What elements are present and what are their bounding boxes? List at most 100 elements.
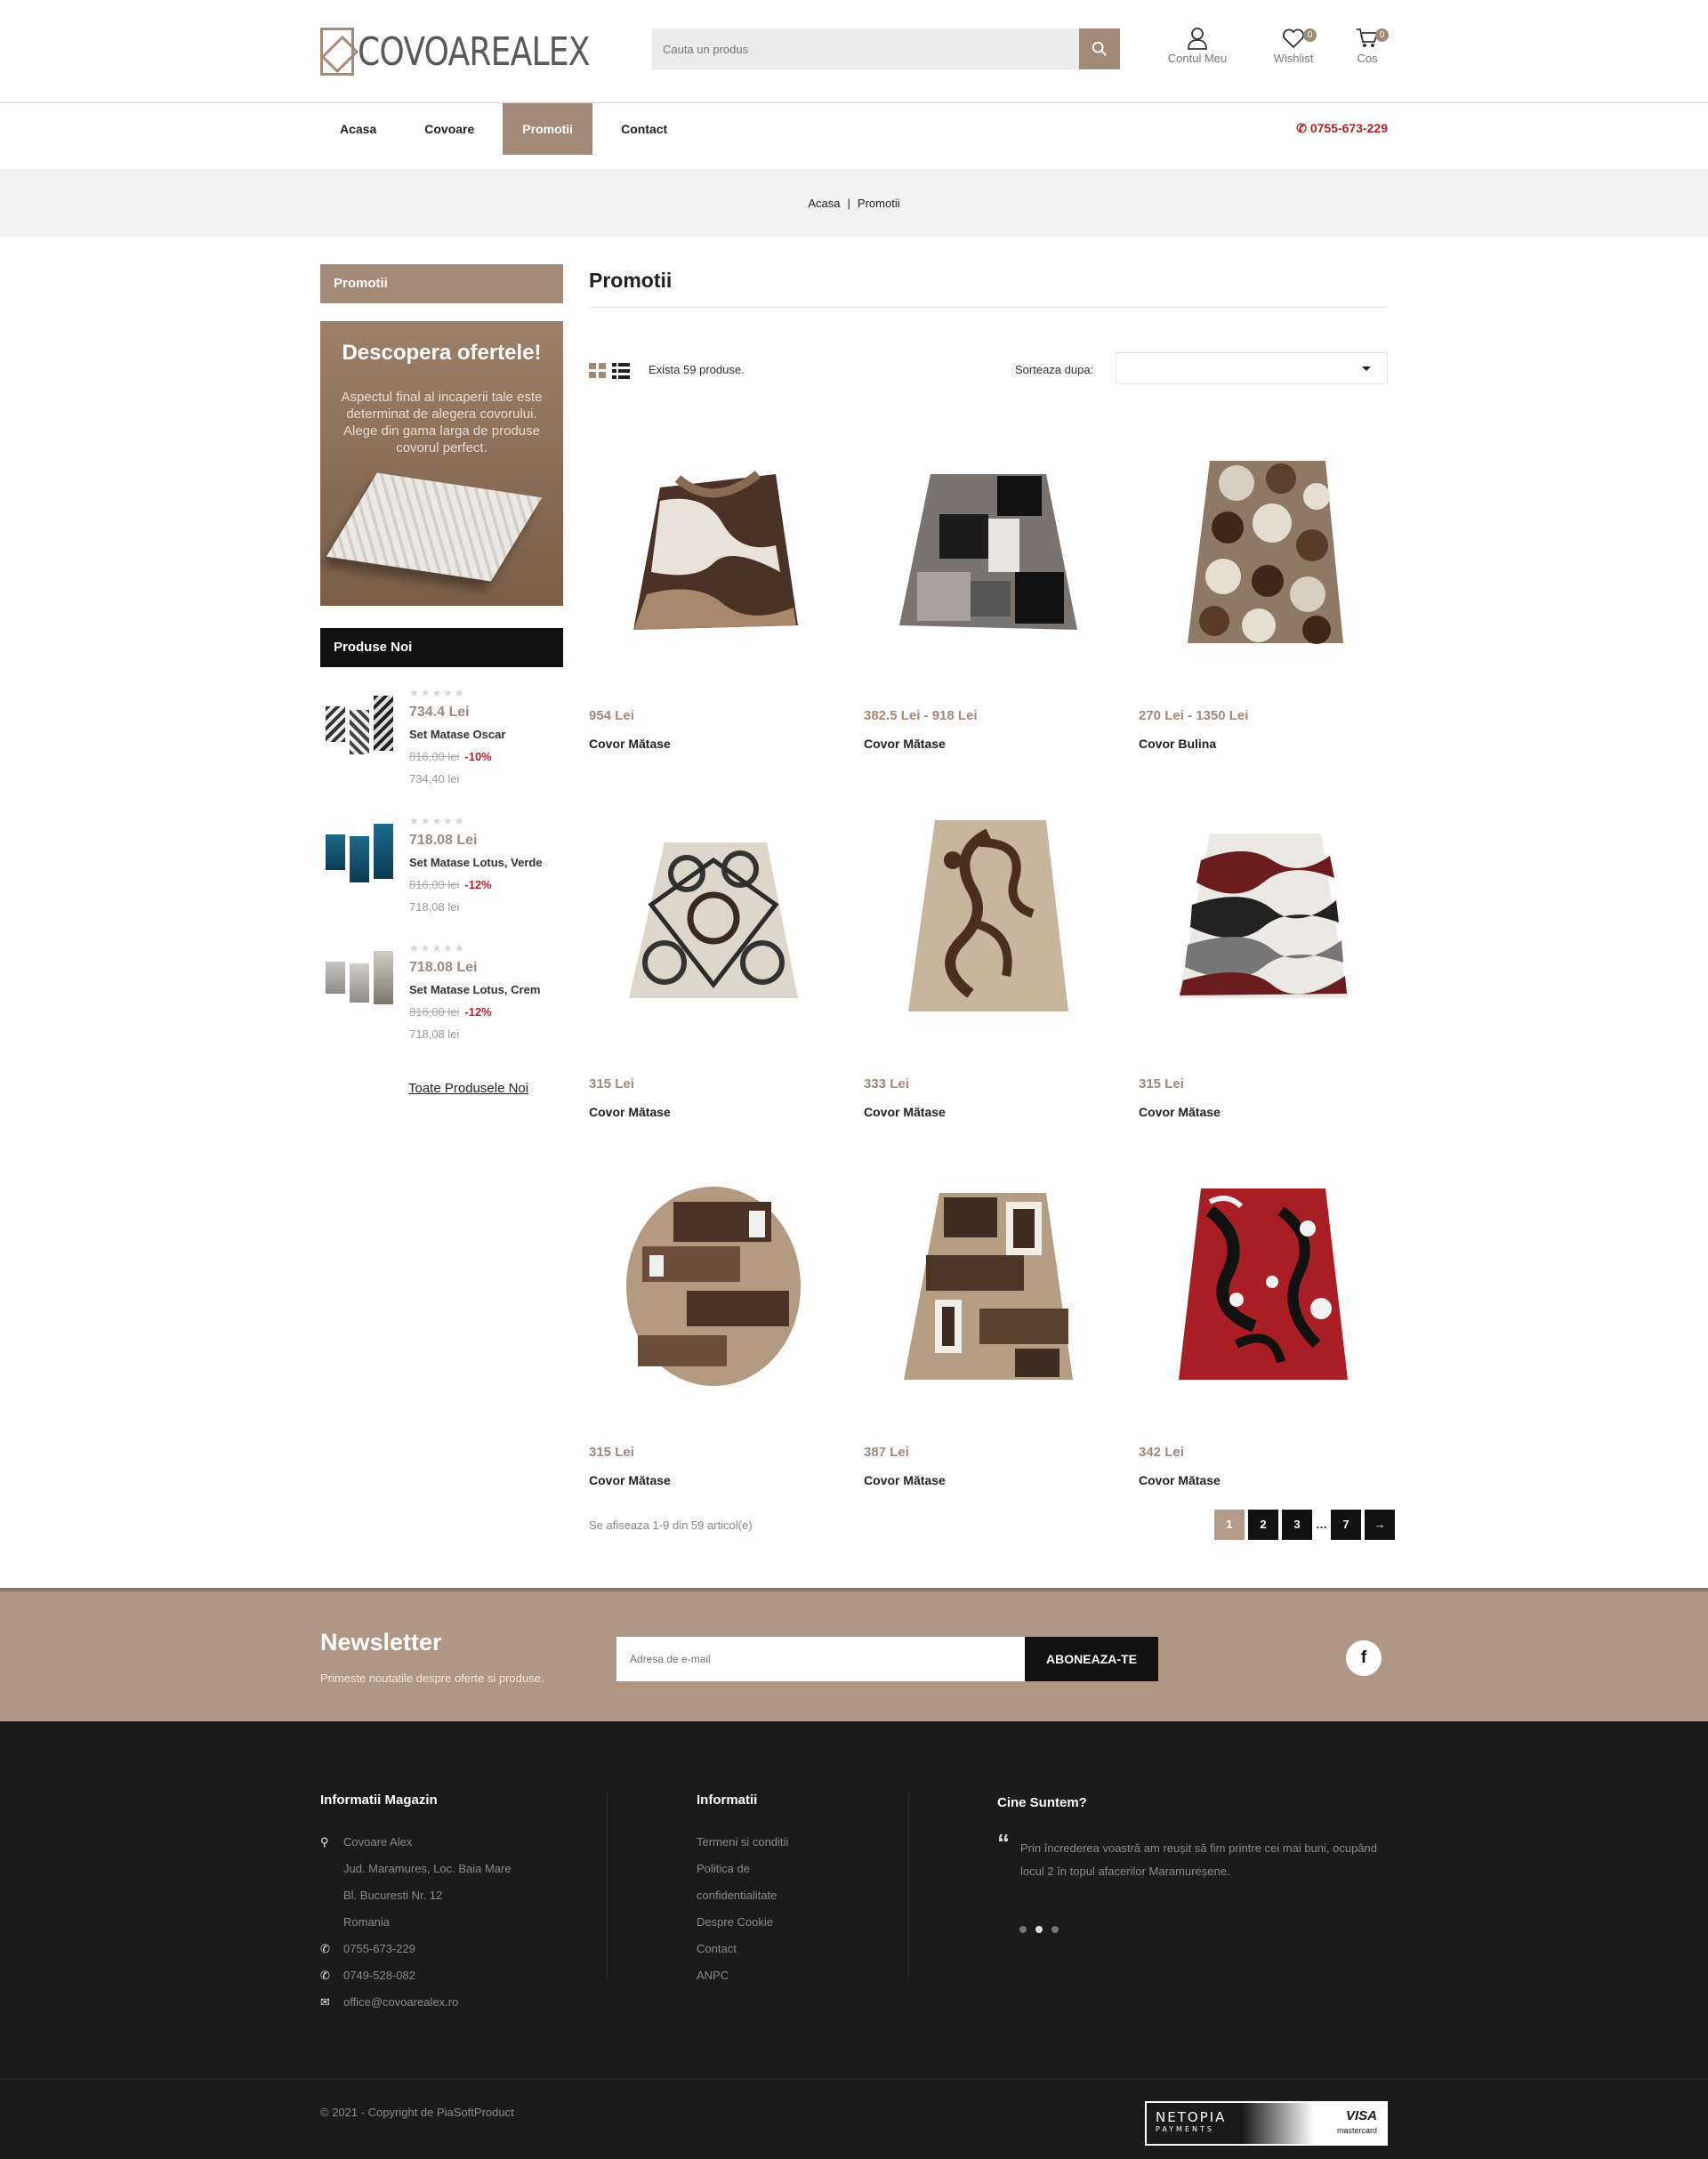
heart-icon: [1283, 28, 1304, 49]
mastercard-logo: mastercard: [1336, 2126, 1377, 2135]
product-name[interactable]: Covor Mătase: [589, 1105, 671, 1119]
account-link[interactable]: Contul Meu: [1157, 25, 1237, 65]
breadcrumb-home[interactable]: Acasa: [808, 197, 840, 210]
product-image[interactable]: [1139, 416, 1388, 674]
list-view-icon[interactable]: [612, 363, 630, 379]
product-card[interactable]: 333 Lei Covor Mătase: [864, 785, 1113, 1132]
product-name[interactable]: Covor Mătase: [864, 1105, 946, 1119]
rug-oval-image: [626, 1187, 801, 1386]
sidebar-category-title[interactable]: Promotii: [320, 264, 563, 303]
promo-banner[interactable]: Descopera ofertele! Aspectul final al in…: [320, 321, 563, 606]
product-image[interactable]: [589, 1153, 838, 1411]
testimonial-dots: [1019, 1926, 1059, 1933]
all-new-products-link[interactable]: Toate Produsele Noi: [408, 1081, 528, 1096]
site-footer: Informatii Magazin ⚲ Covoare Alex Jud. Ma…: [0, 1721, 1708, 2159]
search-input[interactable]: [652, 28, 1079, 69]
footer-phone-2[interactable]: 0749-528-082: [343, 1962, 415, 1989]
rug-swirl-image: [908, 820, 1068, 1011]
product-image[interactable]: [589, 785, 838, 1043]
product-card[interactable]: 387 Lei Covor Mătase: [864, 1153, 1113, 1500]
product-price: 333 Lei: [864, 1076, 909, 1092]
new-product-name[interactable]: Set Matase Lotus, Verde: [409, 856, 543, 869]
new-product-item[interactable]: ★★★★★ 718.08 Lei Set Matase Lotus, Crem …: [320, 942, 563, 1067]
carousel-dot-active[interactable]: [1035, 1926, 1043, 1933]
product-image[interactable]: [864, 785, 1113, 1043]
product-card[interactable]: 315 Lei Covor Mătase: [589, 785, 838, 1132]
product-price: 315 Lei: [589, 1445, 634, 1460]
footer-link-contact[interactable]: Contact: [697, 1936, 788, 1962]
newsletter-email-input[interactable]: [616, 1637, 1026, 1681]
footer-link-privacy-cont[interactable]: confidentialitate: [697, 1882, 788, 1909]
cart-link[interactable]: 0 Cos: [1327, 25, 1407, 65]
old-price: 816,00 lei: [409, 1005, 460, 1019]
rug-block-image: [899, 474, 1077, 630]
footer-link-privacy[interactable]: Politica de: [697, 1856, 788, 1882]
new-product-name[interactable]: Set Matase Oscar: [409, 728, 505, 741]
nav-item-contact[interactable]: Contact: [601, 103, 687, 155]
page-7-button[interactable]: 7: [1331, 1510, 1361, 1540]
new-product-item[interactable]: ★★★★★ 718.08 Lei Set Matase Lotus, Verde…: [320, 815, 563, 939]
product-count: Exista 59 produse.: [649, 363, 745, 376]
footer-info-links: Informatii Termeni si conditii Politica …: [697, 1792, 788, 1989]
breadcrumb: Acasa | Promotii: [0, 169, 1708, 237]
product-name[interactable]: Covor Mătase: [864, 737, 946, 751]
subscribe-button[interactable]: ABONEAZA-TE: [1025, 1637, 1158, 1681]
product-card[interactable]: 954 Lei Covor Mătase: [589, 416, 838, 763]
next-page-button[interactable]: →: [1365, 1510, 1395, 1540]
page-ellipsis: …: [1316, 1518, 1327, 1531]
phone-icon: ✆: [1296, 121, 1310, 135]
rating-stars: ★★★★★: [409, 815, 466, 827]
product-name[interactable]: Covor Mătase: [1139, 1473, 1221, 1487]
site-header: COVOAREALEX Contul Meu 0 Wishlist 0 Cos: [0, 0, 1708, 103]
product-card[interactable]: 270 Lei - 1350 Lei Covor Bulina: [1139, 416, 1388, 763]
product-name[interactable]: Covor Mătase: [589, 737, 671, 751]
testimonial-quote: Prin încrederea voastră am reușit să fim…: [997, 1832, 1389, 1883]
old-price: 816,00 lei: [409, 878, 460, 891]
view-toggle: [589, 363, 630, 379]
product-name[interactable]: Covor Mătase: [864, 1473, 946, 1487]
facebook-icon[interactable]: f: [1346, 1640, 1382, 1676]
page-2-button[interactable]: 2: [1248, 1510, 1278, 1540]
site-logo[interactable]: COVOAREALEX: [320, 27, 640, 77]
product-name[interactable]: Covor Bulina: [1139, 737, 1216, 751]
footer-link-anpc[interactable]: ANPC: [697, 1962, 788, 1989]
product-price: 387 Lei: [864, 1445, 909, 1460]
new-product-image: [326, 951, 397, 1013]
product-image[interactable]: [864, 416, 1113, 674]
page-1-button[interactable]: 1: [1214, 1510, 1245, 1540]
new-product-image: [326, 824, 397, 886]
nav-item-acasa[interactable]: Acasa: [320, 103, 396, 155]
copyright: © 2021 - Copyright de PiaSoftProduct: [320, 2106, 514, 2119]
product-image[interactable]: [589, 416, 838, 674]
carousel-dot[interactable]: [1019, 1926, 1027, 1933]
old-price: 816,00 lei: [409, 750, 460, 763]
product-image[interactable]: [1139, 785, 1388, 1043]
sort-select[interactable]: [1116, 352, 1388, 384]
wishlist-label: Wishlist: [1273, 52, 1314, 65]
product-image[interactable]: [864, 1153, 1113, 1411]
new-product-item[interactable]: ★★★★★ 734.4 Lei Set Matase Oscar 816,00 …: [320, 687, 563, 811]
carousel-dot[interactable]: [1051, 1926, 1059, 1933]
header-phone[interactable]: ✆ 0755-673-229: [1296, 121, 1388, 136]
email-icon: ✉: [320, 1995, 330, 2009]
nav-item-promotii[interactable]: Promotii: [503, 103, 593, 155]
product-name[interactable]: Covor Mătase: [589, 1473, 671, 1487]
product-card[interactable]: 342 Lei Covor Mătase: [1139, 1153, 1388, 1500]
search-bar: [652, 28, 1120, 69]
wishlist-link[interactable]: 0 Wishlist: [1253, 25, 1333, 65]
new-product-name[interactable]: Set Matase Lotus, Crem: [409, 983, 540, 996]
product-card[interactable]: 315 Lei Covor Mătase: [589, 1153, 838, 1500]
search-button[interactable]: [1079, 28, 1120, 69]
footer-email[interactable]: office@covoarealex.ro: [343, 1989, 458, 2016]
rug-wave-image: [633, 471, 798, 630]
product-card[interactable]: 382.5 Lei - 918 Lei Covor Mătase: [864, 416, 1113, 763]
page-3-button[interactable]: 3: [1282, 1510, 1312, 1540]
grid-view-icon[interactable]: [589, 363, 607, 379]
product-name[interactable]: Covor Mătase: [1139, 1105, 1221, 1119]
nav-item-covoare[interactable]: Covoare: [405, 103, 494, 155]
footer-phone-1[interactable]: 0755-673-229: [343, 1936, 415, 1962]
footer-link-cookie[interactable]: Despre Cookie: [697, 1909, 788, 1936]
footer-link-terms[interactable]: Termeni si conditii: [697, 1829, 788, 1856]
product-image[interactable]: [1139, 1153, 1388, 1411]
product-card[interactable]: 315 Lei Covor Mătase: [1139, 785, 1388, 1132]
